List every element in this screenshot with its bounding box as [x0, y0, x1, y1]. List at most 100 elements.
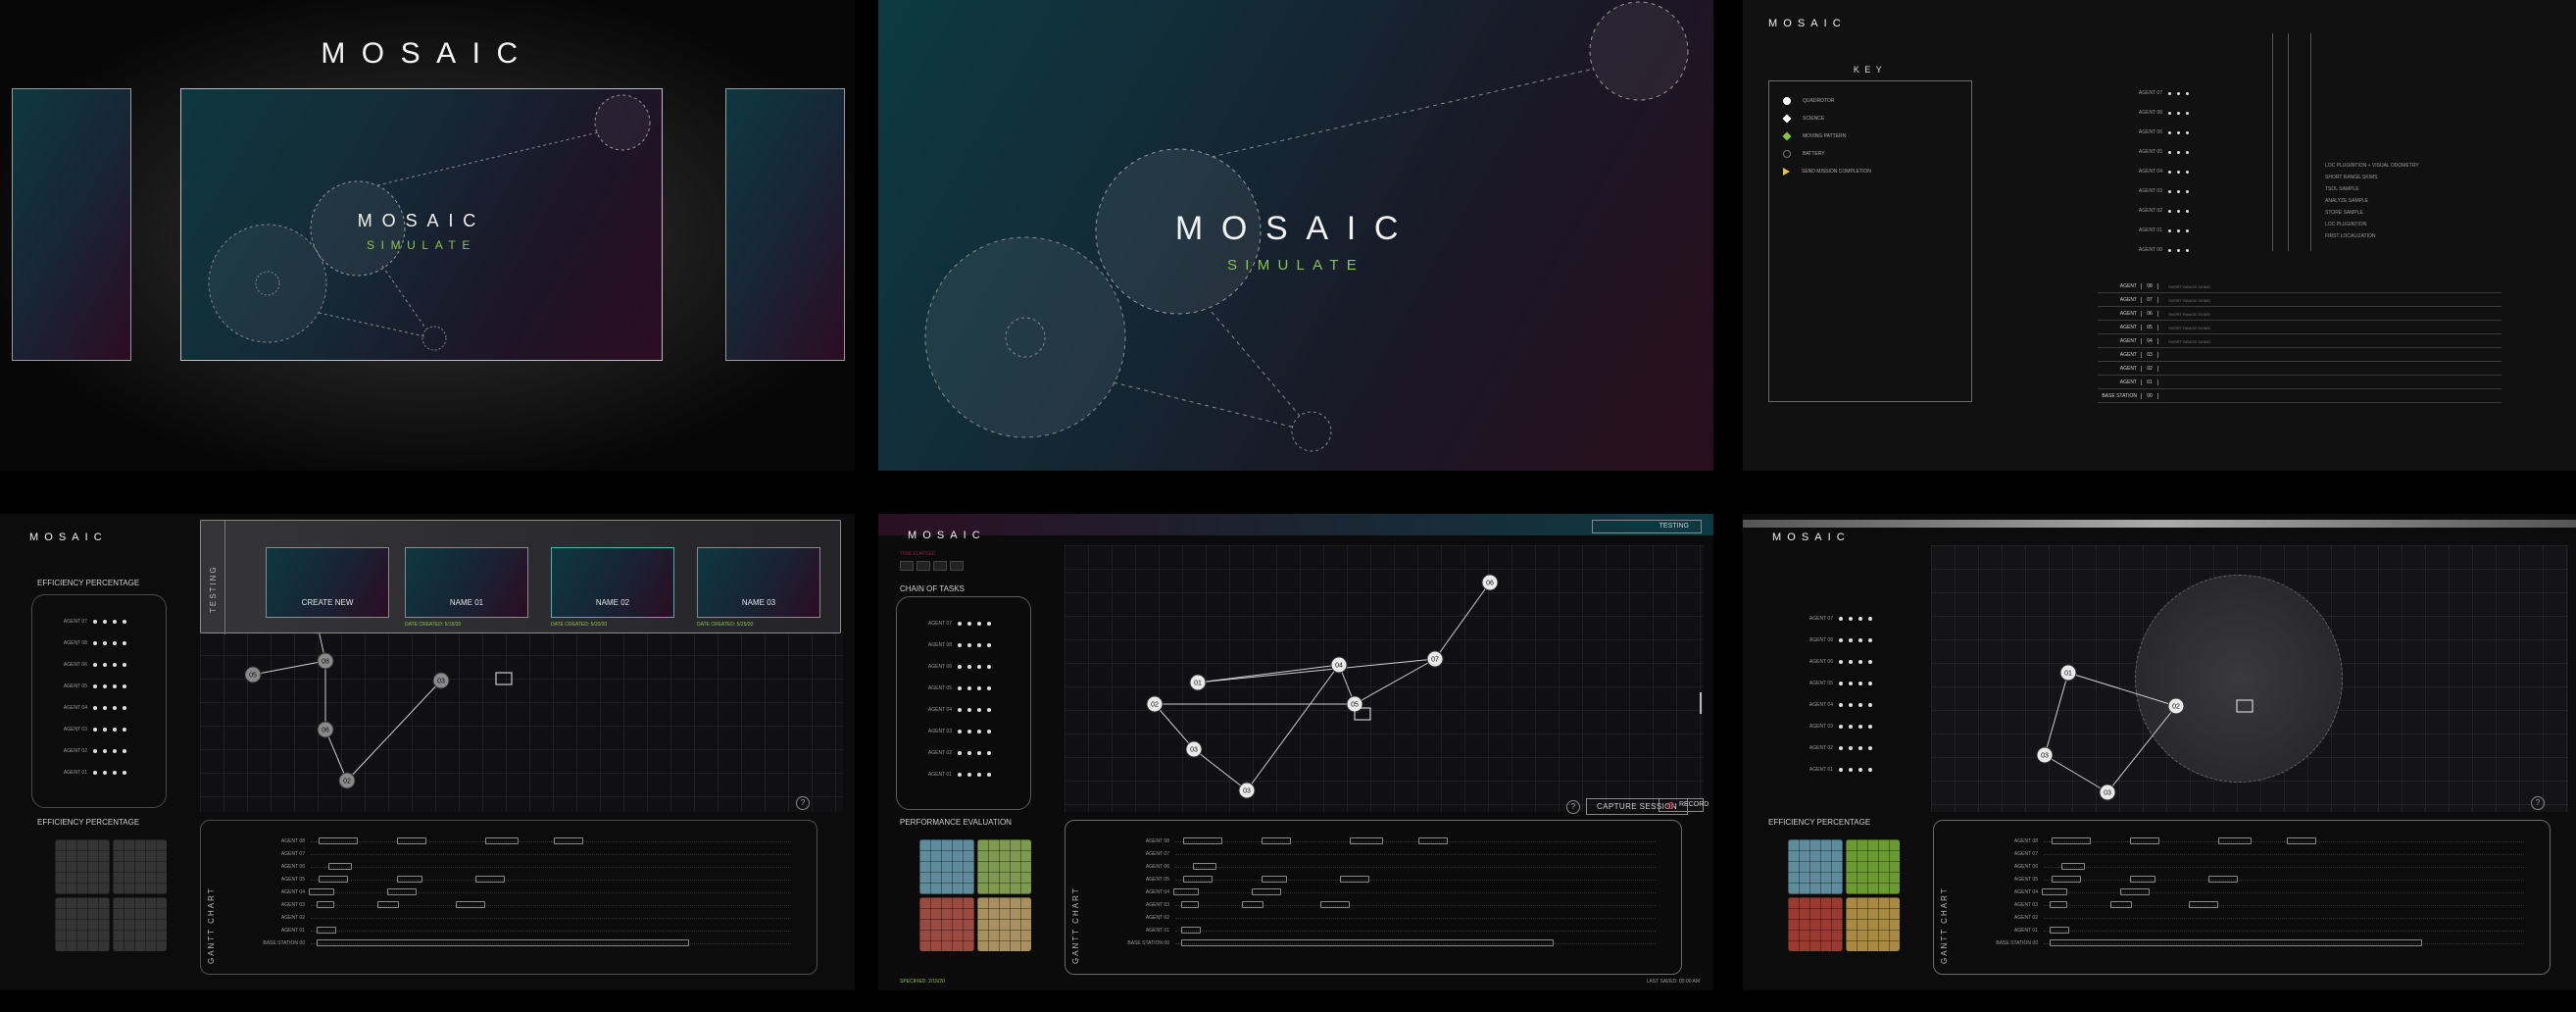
gantt-task-block[interactable] [397, 876, 422, 883]
efficiency-heatmap[interactable] [55, 839, 167, 951]
gantt-chart[interactable]: GANTT CHART AGENT 08 AGENT 07 AGENT 06 AGEN… [200, 820, 817, 975]
side-agent-row[interactable]: AGENT 06 [905, 662, 1022, 672]
agent-node[interactable]: 05 [244, 666, 262, 683]
gantt-task-block[interactable] [317, 927, 336, 934]
gantt-task-block[interactable] [1183, 876, 1213, 883]
agent-node[interactable]: 03 [432, 672, 450, 689]
side-agent-row[interactable]: AGENT 05 [905, 683, 1022, 693]
agent-node[interactable]: 02 [1146, 695, 1164, 713]
gantt-task-block[interactable] [319, 876, 348, 883]
gantt-task-block[interactable] [317, 901, 334, 908]
side-agent-row[interactable]: AGENT 04 [1786, 700, 1904, 710]
table-row[interactable]: AGENT 04 SHORT RANGE SKIMS [2098, 335, 2502, 348]
gantt-task-block[interactable] [1262, 876, 1287, 883]
gantt-task-block[interactable] [397, 837, 426, 844]
agent-node[interactable]: 03 [1185, 740, 1203, 758]
agent-node[interactable]: 06 [1481, 574, 1499, 591]
gantt-task-block[interactable] [1350, 837, 1383, 844]
testing-tab[interactable]: TESTING [1592, 520, 1702, 533]
agent-node[interactable]: 04 [1330, 656, 1348, 674]
gantt-task-block[interactable] [456, 901, 485, 908]
side-agent-row[interactable]: AGENT 05 [40, 682, 158, 691]
side-agent-row[interactable]: AGENT 08 [905, 640, 1022, 650]
side-agent-row[interactable]: AGENT 06 [40, 660, 158, 670]
gantt-task-block[interactable] [1193, 863, 1216, 870]
agent-node[interactable]: 07 [1426, 650, 1444, 668]
side-agent-row[interactable]: AGENT 08 [40, 638, 158, 648]
gantt-task-block[interactable] [2208, 876, 2238, 883]
gantt-task-block[interactable] [2052, 837, 2091, 844]
side-agent-row[interactable]: AGENT 05 [1786, 679, 1904, 688]
help-icon[interactable]: ? [1566, 800, 1580, 814]
gantt-chart[interactable]: GANTT CHART AGENT 08 AGENT 07 AGENT 06 AGEN… [1065, 820, 1682, 975]
agent-node[interactable]: 03 [2036, 746, 2054, 764]
table-row[interactable]: AGENT 05 SHORT RANGE SKIMS [2098, 322, 2502, 334]
agent-node[interactable]: 02 [338, 772, 356, 789]
table-row[interactable]: AGENT 08 SHORT RANGE SKIMS [2098, 280, 2502, 293]
gantt-task-block[interactable] [1320, 901, 1350, 908]
scenario-card[interactable]: NAME 03 [697, 547, 820, 618]
gantt-task-block[interactable] [1181, 927, 1201, 934]
gantt-task-block[interactable] [1181, 939, 1554, 946]
agent-node[interactable]: 03 [2099, 784, 2116, 801]
gantt-task-block[interactable] [2287, 837, 2316, 844]
side-agent-row[interactable]: AGENT 07 [1786, 614, 1904, 624]
side-agent-row[interactable]: AGENT 07 [40, 617, 158, 627]
gantt-task-block[interactable] [2061, 863, 2085, 870]
efficiency-heatmap[interactable] [1788, 839, 1900, 951]
side-agent-row[interactable]: AGENT 06 [1786, 657, 1904, 667]
gantt-task-block[interactable] [1252, 888, 1281, 895]
gantt-task-block[interactable] [2050, 939, 2422, 946]
agent-node[interactable]: 03 [1238, 782, 1256, 799]
side-agent-row[interactable]: AGENT 08 [1786, 635, 1904, 645]
table-row[interactable]: AGENT 03 [2098, 349, 2502, 362]
side-agent-row[interactable]: AGENT 01 [1786, 765, 1904, 775]
gantt-task-block[interactable] [2189, 901, 2218, 908]
terrain-map[interactable]: 06 07 01 04 05 02 03 03 [1065, 545, 1704, 812]
gantt-chart[interactable]: GANTT CHART AGENT 08 AGENT 07 AGENT 06 AGEN… [1933, 820, 2551, 975]
scenario-card-selected[interactable]: NAME 02 [551, 547, 674, 618]
gantt-task-block[interactable] [475, 876, 505, 883]
scenario-create-new[interactable]: CREATE NEW [266, 547, 389, 618]
gantt-task-block[interactable] [1173, 888, 1199, 895]
terrain-map[interactable]: 050806020301 [200, 632, 843, 812]
performance-heatmap[interactable] [919, 839, 1031, 951]
gantt-task-block[interactable] [2120, 888, 2150, 895]
gantt-task-block[interactable] [2130, 876, 2155, 883]
gantt-task-block[interactable] [1181, 901, 1199, 908]
side-agent-row[interactable]: AGENT 03 [1786, 722, 1904, 732]
side-agent-row[interactable]: AGENT 02 [905, 748, 1022, 758]
table-row[interactable]: AGENT 06 SHORT RANGE SKIMS [2098, 308, 2502, 321]
base-station-icon[interactable] [2236, 699, 2254, 713]
agent-node[interactable]: 01 [1189, 674, 1207, 691]
agent-node[interactable]: 01 [2059, 664, 2077, 682]
side-agent-row[interactable]: AGENT 04 [905, 705, 1022, 715]
gantt-task-block[interactable] [1340, 876, 1369, 883]
side-agent-row[interactable]: AGENT 02 [40, 746, 158, 756]
scrollbar-thumb[interactable] [1700, 692, 1702, 714]
gantt-task-block[interactable] [2052, 876, 2081, 883]
table-row[interactable]: AGENT 02 [2098, 363, 2502, 376]
gantt-task-block[interactable] [2050, 901, 2067, 908]
agent-node[interactable]: 06 [317, 721, 334, 738]
gantt-task-block[interactable] [387, 888, 417, 895]
side-agent-row[interactable]: AGENT 02 [1786, 743, 1904, 753]
gantt-task-block[interactable] [2042, 888, 2067, 895]
help-icon[interactable]: ? [796, 796, 810, 810]
left-preview-card[interactable] [12, 88, 131, 361]
gantt-task-block[interactable] [2218, 837, 2252, 844]
gantt-task-block[interactable] [319, 837, 358, 844]
side-agent-row[interactable]: AGENT 03 [40, 725, 158, 734]
gantt-task-block[interactable] [485, 837, 519, 844]
agent-node[interactable]: 08 [317, 652, 334, 670]
table-row[interactable]: AGENT 07 SHORT RANGE SKIMS [2098, 294, 2502, 307]
side-agent-row[interactable]: AGENT 01 [905, 770, 1022, 780]
gantt-task-block[interactable] [2130, 837, 2159, 844]
help-icon[interactable]: ? [2531, 796, 2545, 810]
gantt-task-block[interactable] [2110, 901, 2132, 908]
gantt-task-block[interactable] [1262, 837, 1291, 844]
gantt-task-block[interactable] [1418, 837, 1448, 844]
gantt-task-block[interactable] [317, 939, 689, 946]
side-agent-row[interactable]: AGENT 01 [40, 768, 158, 778]
right-preview-card[interactable] [725, 88, 845, 361]
